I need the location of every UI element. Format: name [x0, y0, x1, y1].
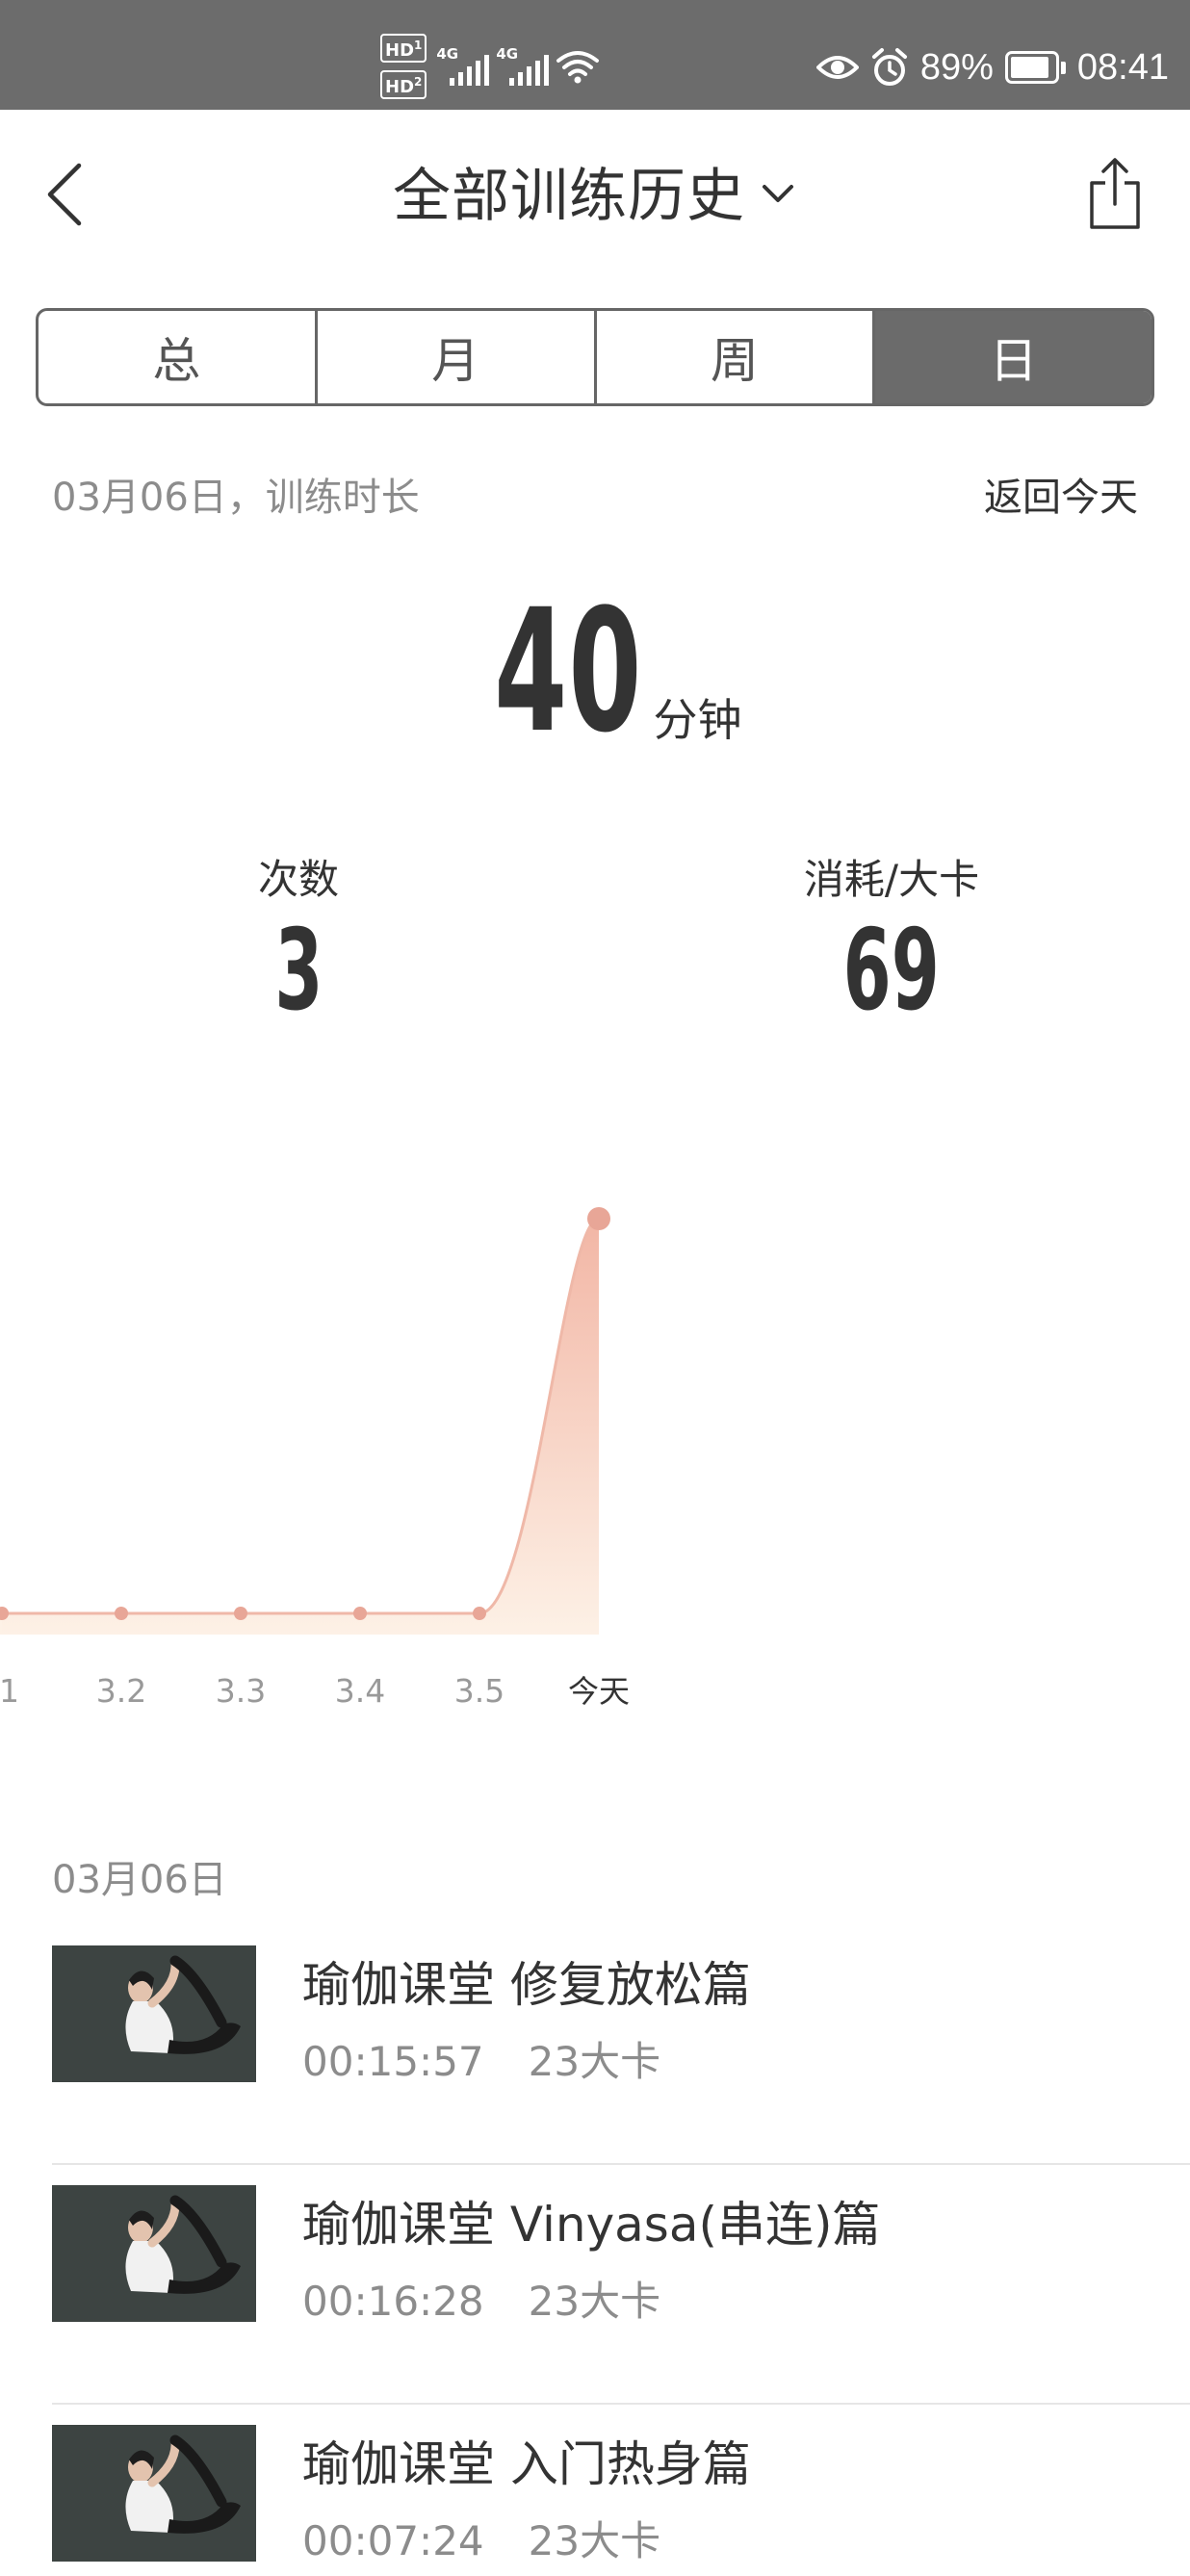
hd-badge-2: HD2 [380, 70, 427, 99]
list-item[interactable]: 瑜伽课堂 Vinyasa(串连)篇 00:16:28 23大卡 [52, 2165, 1190, 2405]
status-right-group: 89% 08:41 [815, 33, 1190, 102]
battery-icon [1004, 51, 1066, 84]
clock-time: 08:41 [1076, 46, 1169, 88]
period-tabs: 总 月 周 日 [36, 308, 1154, 406]
calories-stat: 消耗/大卡 69 [699, 847, 1084, 1029]
battery-percent: 89% [919, 46, 994, 88]
tab-total[interactable]: 总 [39, 311, 318, 403]
chart-point[interactable] [115, 1607, 128, 1620]
cellular-signal-1-icon: 4G [436, 45, 490, 88]
duration-value: 40 [493, 573, 643, 770]
chart-point[interactable] [473, 1607, 486, 1620]
x-tick-label[interactable]: 今天 [568, 1673, 630, 1710]
item-time: 00:16:28 [302, 2278, 484, 2325]
page-title: 全部训练历史 [393, 162, 745, 230]
item-title: 瑜伽课堂 入门热身篇 [302, 2436, 751, 2492]
history-list: 瑜伽课堂 修复放松篇 00:15:57 23大卡 瑜伽课堂 Vinyasa(串连)… [52, 1925, 1190, 2576]
hd-badges: HD1 HD2 [380, 34, 427, 99]
x-tick-label[interactable]: 3.5 [454, 1672, 504, 1710]
item-meta: 00:07:24 23大卡 [302, 2509, 660, 2567]
x-tick-label[interactable]: 3.4 [335, 1672, 385, 1710]
yoga-thumbnail [52, 1945, 256, 2082]
app-header: 全部训练历史 [0, 110, 1190, 273]
chart-line [2, 1217, 600, 1615]
item-meta: 00:16:28 23大卡 [302, 2269, 660, 2328]
calories-label: 消耗/大卡 [803, 856, 980, 903]
item-time: 00:15:57 [302, 2038, 484, 2085]
chart-point[interactable] [234, 1607, 247, 1620]
item-time: 00:07:24 [302, 2517, 484, 2564]
item-meta: 00:15:57 23大卡 [302, 2029, 660, 2088]
tab-week[interactable]: 周 [597, 311, 876, 403]
duration-display: 40 分钟 [0, 587, 1190, 757]
duration-unit: 分钟 [653, 694, 742, 746]
hd-badge-1: HD1 [380, 34, 427, 63]
x-tick-label[interactable]: 1 [0, 1672, 19, 1710]
item-title: 瑜伽课堂 Vinyasa(串连)篇 [302, 2197, 881, 2253]
calories-value: 69 [842, 906, 941, 1036]
item-calories: 23大卡 [528, 2517, 661, 2564]
item-calories: 23大卡 [528, 2038, 661, 2085]
chart-point[interactable] [353, 1607, 367, 1620]
chart-point[interactable] [587, 1207, 610, 1230]
yoga-thumbnail [52, 2185, 256, 2322]
back-to-today-link[interactable]: 返回今天 [984, 466, 1138, 522]
history-date: 03月06日 [52, 1858, 227, 1902]
chevron-down-icon [763, 185, 793, 202]
yoga-thumbnail [52, 2425, 256, 2562]
date-label: 03月06日，训练时长 [52, 476, 420, 520]
daily-duration-chart[interactable]: 1 3.2 3.3 3.4 3.5 今天 [0, 1155, 1190, 1733]
x-tick-label[interactable]: 3.3 [216, 1672, 266, 1710]
status-bar: HD1 HD2 4G 4G 89% 08:41 [0, 0, 1190, 110]
tab-day[interactable]: 日 [875, 311, 1151, 403]
count-value: 3 [273, 906, 323, 1036]
tab-month[interactable]: 月 [318, 311, 597, 403]
alarm-icon [871, 48, 907, 86]
cellular-signal-2-icon: 4G [496, 45, 550, 88]
item-calories: 23大卡 [528, 2278, 661, 2325]
eye-icon [815, 56, 859, 79]
count-stat: 次数 3 [106, 847, 491, 1029]
title-dropdown[interactable]: 全部训练历史 [0, 150, 1190, 231]
x-tick-label[interactable]: 3.2 [96, 1672, 146, 1710]
count-label: 次数 [257, 856, 339, 903]
share-icon[interactable] [1086, 154, 1144, 231]
status-left-group: HD1 HD2 4G 4G [380, 33, 600, 100]
list-item[interactable]: 瑜伽课堂 修复放松篇 00:15:57 23大卡 [52, 1925, 1190, 2165]
item-title: 瑜伽课堂 修复放松篇 [302, 1957, 751, 2013]
wifi-icon [556, 51, 600, 84]
list-item[interactable]: 瑜伽课堂 入门热身篇 00:07:24 23大卡 [52, 2405, 1190, 2576]
